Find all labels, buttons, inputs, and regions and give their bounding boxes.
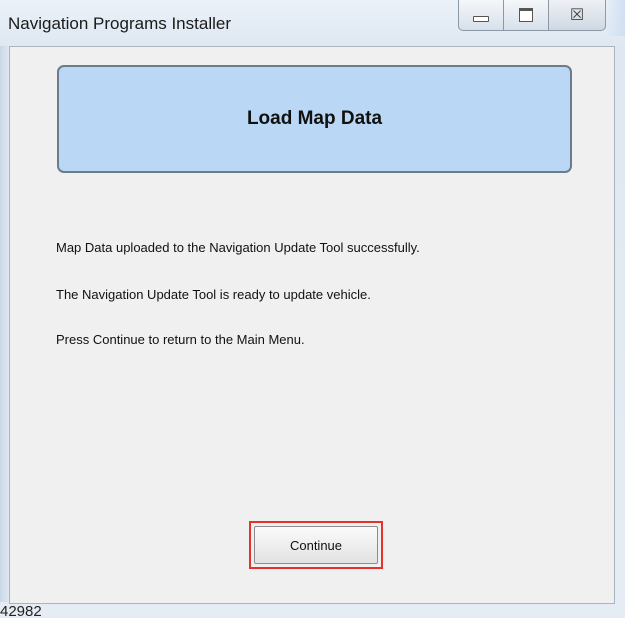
maximize-icon <box>519 8 533 22</box>
status-message-ready: The Navigation Update Tool is ready to u… <box>56 287 371 302</box>
continue-button[interactable]: Continue <box>254 526 378 564</box>
maximize-button[interactable] <box>503 0 549 31</box>
dialog-client-area: Load Map Data Map Data uploaded to the N… <box>9 46 615 604</box>
installer-window: Navigation Programs Installer ☒ Load Map… <box>0 0 625 618</box>
banner-title: Load Map Data <box>246 108 383 129</box>
minimize-button[interactable] <box>458 0 504 31</box>
window-title: Navigation Programs Installer <box>8 14 231 33</box>
window-left-frame <box>0 46 9 602</box>
caption-buttons: ☒ <box>458 0 616 36</box>
status-message-upload: Map Data uploaded to the Navigation Upda… <box>56 240 420 255</box>
minimize-icon <box>473 16 489 22</box>
continue-button-highlight: Continue <box>249 521 383 569</box>
header-banner: Load Map Data <box>57 65 572 173</box>
titlebar-edge <box>605 0 625 36</box>
figure-id: 42982 <box>0 605 42 618</box>
close-icon: ☒ <box>569 7 585 24</box>
close-button[interactable]: ☒ <box>548 0 606 31</box>
instruction-message: Press Continue to return to the Main Men… <box>56 332 305 347</box>
